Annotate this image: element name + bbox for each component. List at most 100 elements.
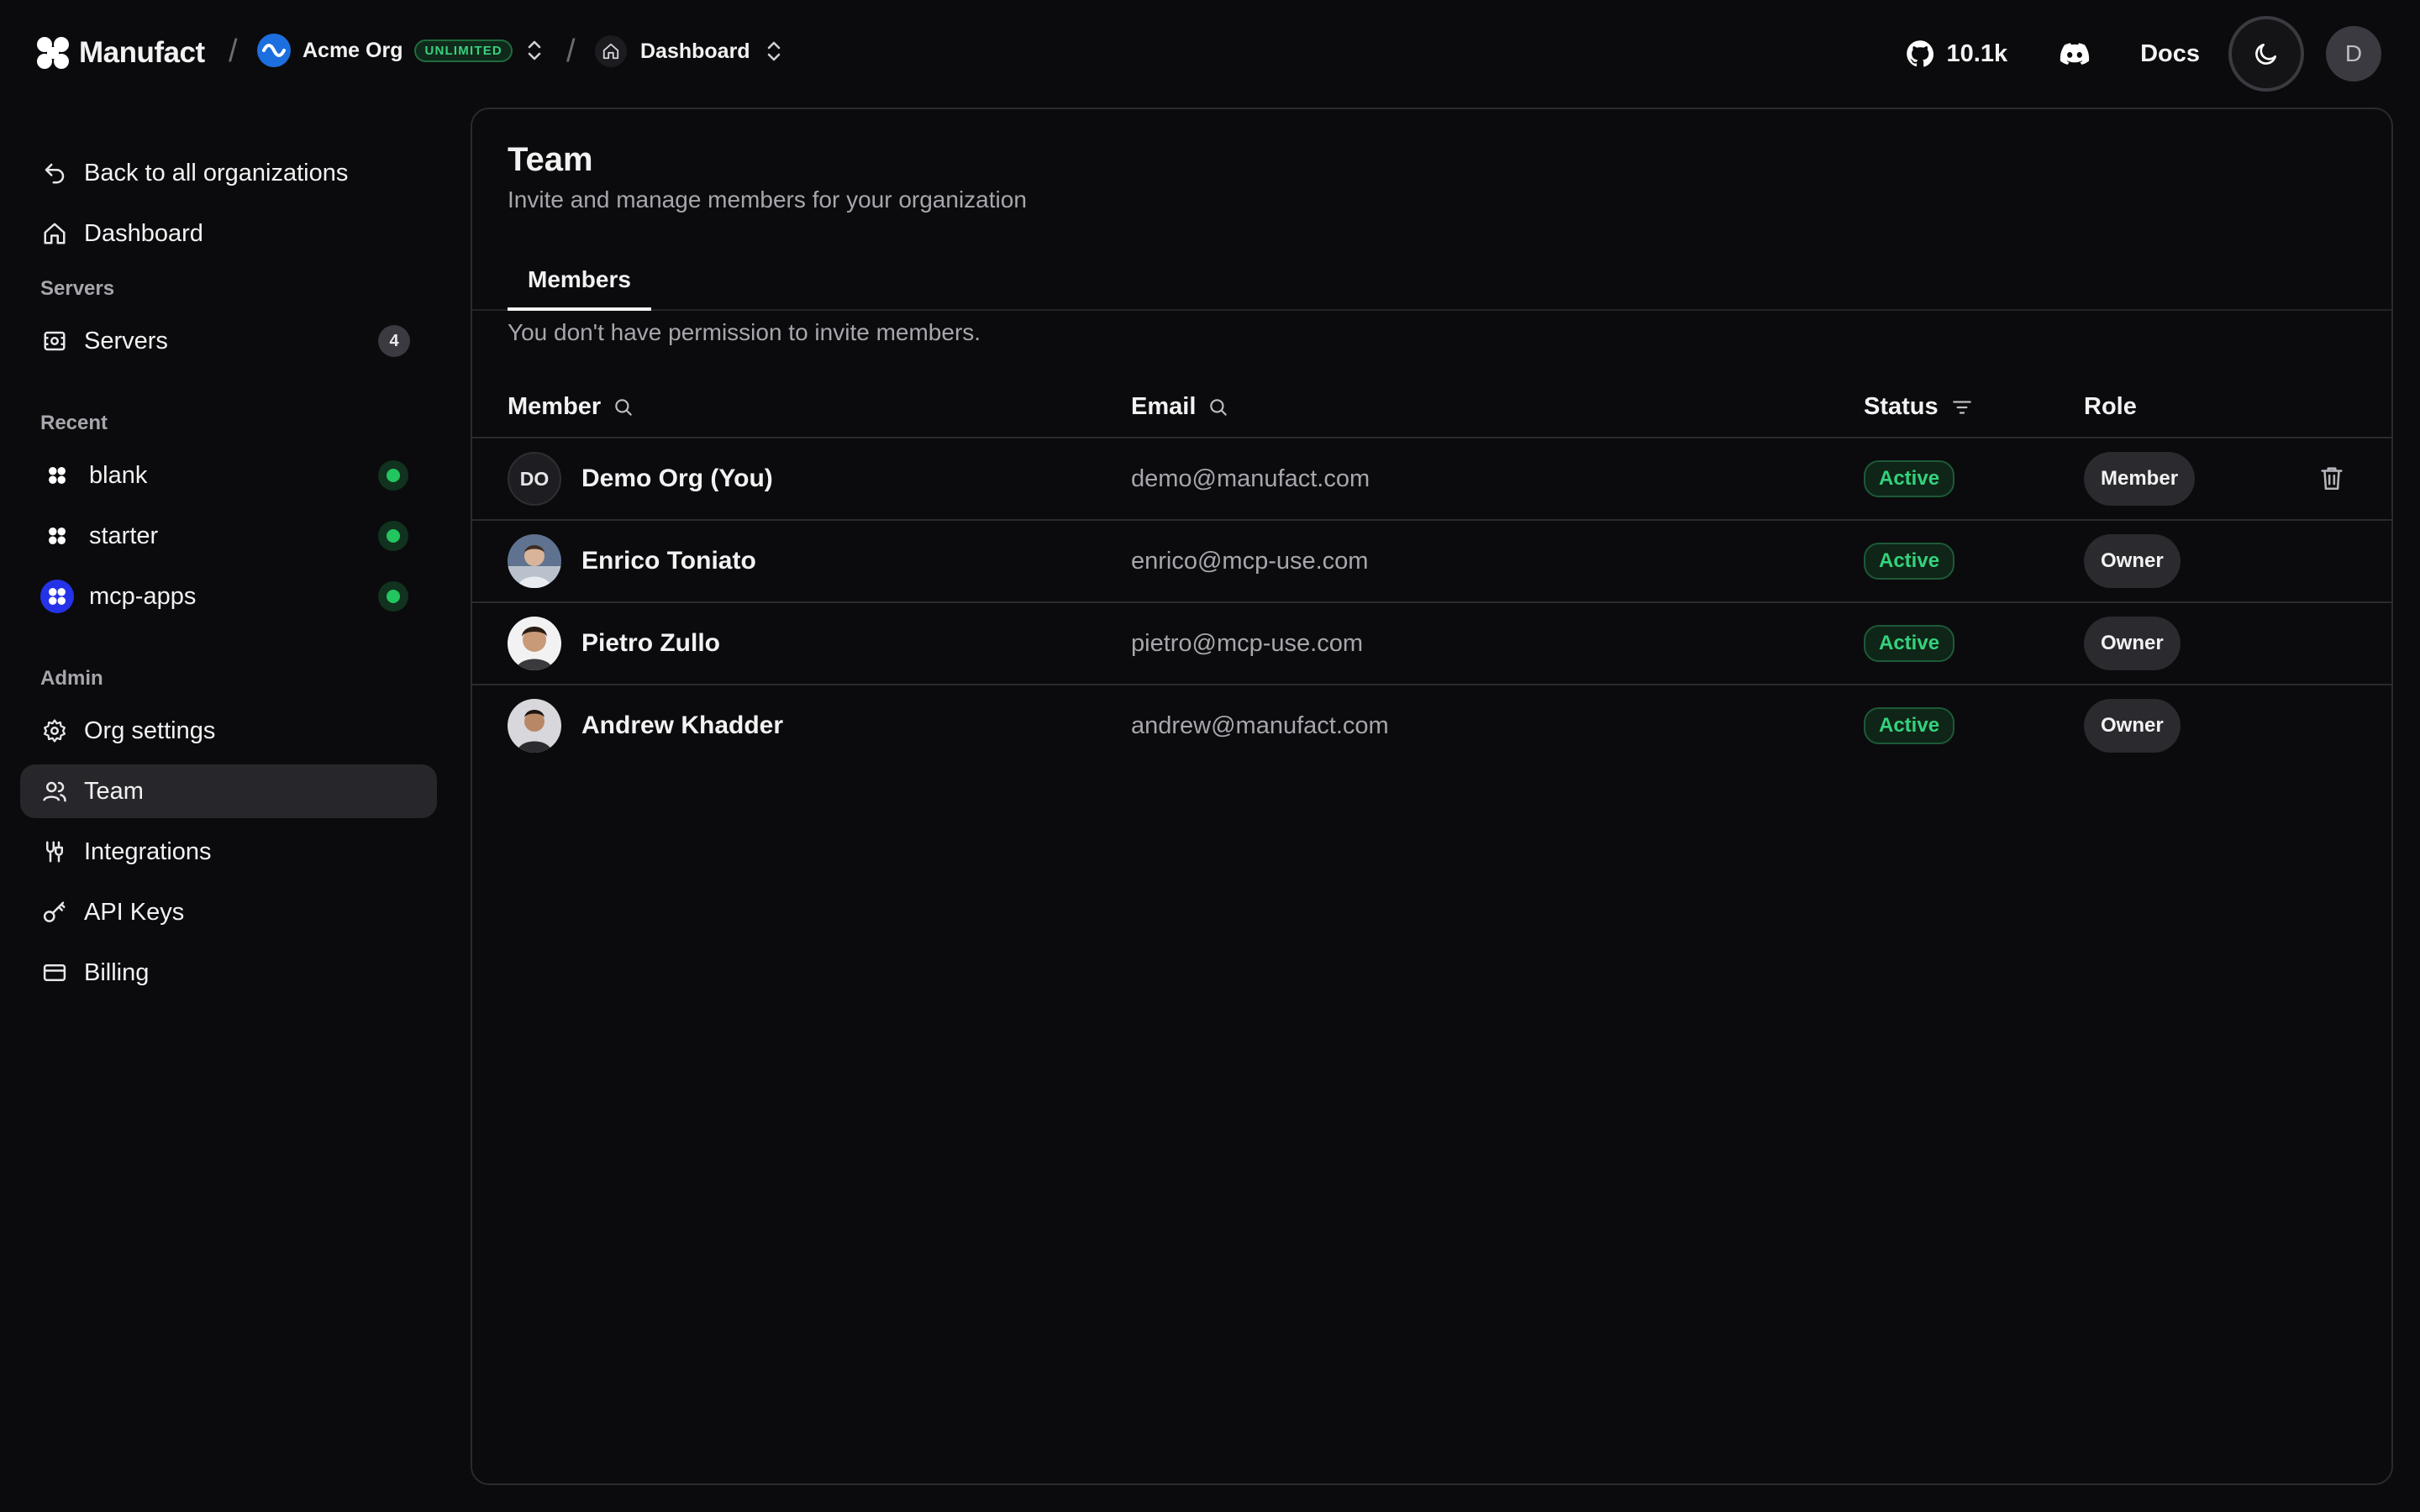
role-badge[interactable]: Owner — [2084, 617, 2181, 670]
github-stars-link[interactable]: 10.1k — [1905, 39, 2007, 69]
sidebar-item-label: Org settings — [84, 717, 216, 744]
top-bar: Manufact / Acme Org UNLIMITED / Dashboar… — [0, 0, 2420, 108]
section-label-servers: Servers — [40, 277, 115, 300]
member-email: demo@manufact.com — [1131, 465, 1370, 492]
status-badge: Active — [1864, 460, 1955, 497]
sidebar-item-label: Integrations — [84, 837, 212, 865]
sidebar-item-label: blank — [89, 461, 148, 489]
table-row: DO Demo Org (You) demo@manufact.com Acti… — [472, 438, 2391, 521]
sidebar-item-label: Servers — [84, 327, 168, 354]
sidebar-item-servers[interactable]: Servers 4 — [20, 314, 437, 368]
sidebar-item-mcp-apps[interactable]: mcp-apps — [20, 570, 437, 623]
member-cell: Andrew Khadder — [508, 685, 783, 766]
status-cell: Active — [1864, 438, 1955, 519]
email-cell: enrico@mcp-use.com — [1131, 521, 1368, 601]
gear-icon — [40, 717, 69, 745]
sidebar-item-label: mcp-apps — [89, 582, 197, 610]
online-status-dot — [378, 581, 408, 612]
sidebar-item-starter[interactable]: starter — [20, 509, 437, 563]
permission-note: You don't have permission to invite memb… — [508, 319, 981, 345]
dashboard-switcher[interactable]: Dashboard — [595, 35, 784, 67]
key-icon — [40, 898, 69, 927]
member-name: Demo Org (You) — [581, 465, 773, 492]
page-subtitle: Invite and manage members for your organ… — [508, 186, 1027, 213]
plan-badge: UNLIMITED — [414, 39, 513, 62]
column-header-member: Member — [508, 393, 634, 421]
status-badge: Active — [1864, 543, 1955, 580]
servers-count-badge: 4 — [378, 325, 410, 357]
top-right-actions: 10.1k Docs D — [1905, 16, 2381, 92]
role-badge[interactable]: Member — [2084, 452, 2196, 506]
status-cell: Active — [1864, 685, 1955, 766]
table-row: Pietro Zullo pietro@mcp-use.com Active O… — [472, 603, 2391, 685]
table-row: Enrico Toniato enrico@mcp-use.com Active… — [472, 521, 2391, 603]
discord-icon[interactable] — [2060, 42, 2090, 66]
sidebar-item-label: Billing — [84, 958, 150, 986]
sidebar-item-org-settings[interactable]: Org settings — [20, 704, 437, 758]
page-title: Team — [508, 141, 593, 178]
filter-icon[interactable] — [1950, 396, 1974, 418]
member-name: Enrico Toniato — [581, 547, 756, 575]
dashboard-crumb-label: Dashboard — [640, 39, 750, 63]
email-cell: andrew@manufact.com — [1131, 685, 1389, 766]
member-cell: Enrico Toniato — [508, 521, 756, 601]
column-label: Status — [1864, 393, 1939, 420]
column-label: Member — [508, 393, 602, 420]
sidebar-item-label: API Keys — [84, 898, 185, 926]
sidebar-item-label: Dashboard — [84, 219, 203, 247]
github-icon — [1905, 39, 1935, 69]
breadcrumb-separator: / — [229, 34, 238, 69]
theme-toggle-button[interactable] — [2228, 16, 2304, 92]
section-label-admin: Admin — [40, 667, 103, 690]
project-logo-icon — [40, 519, 74, 553]
member-avatar: DO — [508, 452, 561, 506]
home-icon — [595, 35, 627, 67]
online-status-dot — [378, 460, 408, 491]
search-icon[interactable] — [613, 396, 634, 418]
role-badge[interactable]: Owner — [2084, 699, 2181, 753]
project-logo-icon — [40, 580, 74, 613]
project-logo-icon — [40, 459, 74, 492]
main-panel: Team Invite and manage members for your … — [471, 108, 2393, 1485]
user-avatar-button[interactable]: D — [2326, 26, 2381, 81]
sidebar-item-label: Team — [84, 777, 144, 805]
integrations-icon — [40, 837, 69, 866]
server-icon — [40, 327, 69, 355]
tab-members[interactable]: Members — [508, 252, 651, 311]
member-avatar-photo — [508, 699, 561, 753]
member-email: pietro@mcp-use.com — [1131, 629, 1364, 657]
moon-icon — [2253, 40, 2280, 67]
back-label: Back to all organizations — [84, 159, 349, 186]
sidebar-item-dashboard[interactable]: Dashboard — [20, 207, 437, 260]
sidebar-item-api-keys[interactable]: API Keys — [20, 885, 437, 939]
sidebar-item-team[interactable]: Team — [20, 764, 437, 818]
users-icon — [40, 777, 69, 806]
back-to-organizations-link[interactable]: Back to all organizations — [20, 146, 437, 200]
docs-link[interactable]: Docs — [2140, 40, 2200, 68]
sidebar-item-integrations[interactable]: Integrations — [20, 825, 437, 879]
column-header-email: Email — [1131, 393, 1229, 421]
sidebar-item-billing[interactable]: Billing — [20, 946, 437, 1000]
org-logo-icon — [257, 34, 291, 67]
table-row: Andrew Khadder andrew@manufact.com Activ… — [472, 685, 2391, 768]
status-badge: Active — [1864, 625, 1955, 662]
undo-arrow-icon — [40, 159, 69, 187]
tab-bar: Members — [472, 252, 2391, 311]
org-switcher[interactable]: Acme Org UNLIMITED — [257, 34, 544, 67]
credit-card-icon — [40, 958, 69, 987]
search-icon[interactable] — [1207, 396, 1229, 418]
email-cell: demo@manufact.com — [1131, 438, 1370, 519]
role-cell: Owner — [2084, 685, 2181, 766]
member-cell: DO Demo Org (You) — [508, 438, 773, 519]
role-badge[interactable]: Owner — [2084, 534, 2181, 588]
brand-name: Manufact — [79, 36, 205, 69]
trash-icon[interactable] — [2317, 464, 2346, 492]
role-cell: Owner — [2084, 521, 2181, 601]
home-icon — [40, 219, 69, 248]
member-name: Pietro Zullo — [581, 629, 720, 657]
online-status-dot — [378, 521, 408, 551]
column-label: Email — [1131, 393, 1197, 420]
sidebar-item-blank[interactable]: blank — [20, 449, 437, 502]
org-name: Acme Org — [302, 38, 403, 62]
brand-logo-link[interactable]: Manufact — [35, 35, 205, 71]
